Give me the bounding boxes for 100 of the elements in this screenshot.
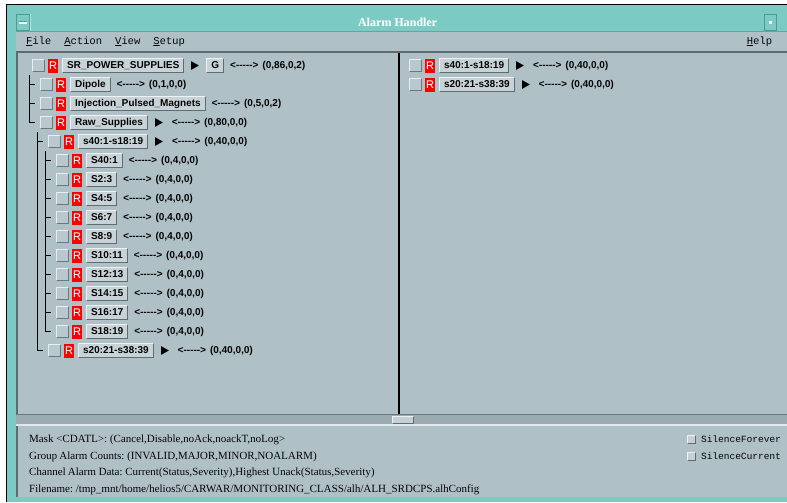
menu-item[interactable]: File [22,36,56,48]
group-name-button[interactable]: S2:3 [86,172,118,187]
acknowledge-button[interactable] [48,135,61,148]
window-title: Alarm Handler [30,14,764,31]
acknowledge-button[interactable] [409,78,422,91]
acknowledge-button[interactable] [56,230,69,243]
acknowledge-button[interactable] [48,344,61,357]
link-text: <-----> [230,60,258,71]
acknowledge-button[interactable] [409,59,422,72]
link-text: <-----> [123,193,152,204]
severity-indicator: R [425,78,435,92]
alarm-counts: (0,4,0,0) [166,326,204,337]
acknowledge-button[interactable] [56,154,69,167]
alarm-counts: (0,4,0,0) [161,155,198,166]
alarm-counts: (0,4,0,0) [166,288,204,299]
triangle-icon[interactable] [191,61,200,70]
acknowledge-button[interactable] [56,173,69,186]
link-text: <-----> [172,117,200,128]
severity-indicator: R [72,286,82,300]
acknowledge-button[interactable] [56,306,69,319]
link-text: <-----> [212,98,240,109]
group-name-button[interactable]: s40:1-s18:19 [439,58,510,73]
group-name-button[interactable]: S40:1 [86,153,123,168]
link-text: <-----> [172,136,200,147]
alarm-counts: (0,4,0,0) [155,174,193,185]
severity-indicator: R [48,58,58,72]
alarm-counts: (0,86,0,2) [262,60,306,71]
group-name-button[interactable]: Injection_Pulsed_Magnets [70,96,206,111]
group-name-button[interactable]: Dipole [70,77,111,92]
severity-indicator: R [72,268,82,282]
help-menu[interactable]: Help [742,36,776,48]
link-text: <-----> [134,288,163,299]
link-text: <-----> [178,345,206,356]
acknowledge-button[interactable] [56,325,69,338]
alarm-counts: (0,40,0,0) [570,79,614,90]
group-name-button[interactable]: S8:9 [86,229,118,244]
link-text: <-----> [134,307,163,318]
alarm-counts: (0,4,0,0) [166,307,204,318]
guidance-button[interactable]: G [206,58,224,73]
triangle-icon[interactable] [154,118,163,127]
acknowledge-button[interactable] [32,59,45,72]
group-name-button[interactable]: S10:11 [86,248,128,263]
alarm-counts: (0,40,0,0) [204,136,248,147]
menu-item[interactable]: Setup [149,36,189,48]
status-line: Group Alarm Counts: (INVALID,MAJOR,MINOR,NOALARM) [29,448,318,464]
severity-indicator: R [72,324,82,338]
alarm-counts: (0,5,0,2) [244,98,282,109]
link-text: <-----> [123,231,152,242]
group-name-button[interactable]: S18:19 [86,324,128,339]
menu-item[interactable]: Action [60,36,106,48]
link-text: <-----> [134,326,163,337]
link-text: <-----> [116,79,145,90]
severity-indicator: R [72,192,82,206]
acknowledge-button[interactable] [40,78,53,91]
menu-item[interactable]: View [111,36,144,48]
link-text: <-----> [123,174,152,185]
acknowledge-button[interactable] [56,211,69,224]
group-name-button[interactable]: s20:21-s38:39 [439,77,515,92]
group-name-button[interactable]: S16:17 [86,305,128,320]
severity-indicator: R [72,230,82,244]
severity-indicator: R [72,248,82,262]
alarm-counts: (0,1,0,0) [148,79,186,90]
group-name-button[interactable]: s40:1-s18:19 [78,134,148,149]
severity-indicator: R [64,344,74,358]
group-name-button[interactable]: s20:21-s38:39 [78,343,154,358]
severity-indicator: R [72,154,82,168]
triangle-icon[interactable] [516,61,524,70]
alarm-counts: (0,40,0,0) [210,345,253,356]
alarm-counts: (0,4,0,0) [155,231,193,242]
severity-indicator: R [56,96,66,110]
checkbox[interactable] [687,452,696,461]
group-name-button[interactable]: S4:5 [86,191,118,206]
acknowledge-button[interactable] [56,249,69,262]
group-name-button[interactable]: Raw_Supplies [70,115,148,130]
link-text: <-----> [134,269,163,280]
alarm-counts: (0,4,0,0) [155,193,193,204]
acknowledge-button[interactable] [56,287,69,300]
acknowledge-button[interactable] [56,268,69,281]
status-line: Filename: /tmp_mnt/home/helios5/CARWAR/MONITORING_CLASS/alh/ALH_SRDCPS.alhConfig [29,482,480,496]
severity-indicator: R [64,134,74,148]
group-name-button[interactable]: SR_POWER_SUPPLIES [62,58,184,73]
triangle-icon[interactable] [160,346,169,355]
severity-indicator: R [56,116,66,130]
minimize-button[interactable] [764,14,777,31]
severity-indicator: R [72,306,82,320]
group-name-button[interactable]: S12:13 [86,267,128,282]
triangle-icon[interactable] [522,80,530,89]
pane-sash-handle[interactable] [392,416,414,424]
acknowledge-button[interactable] [40,97,53,110]
checkbox-label: SilenceCurrent [701,451,781,462]
acknowledge-button[interactable] [40,116,53,129]
severity-indicator: R [425,58,435,72]
checkbox[interactable] [687,435,696,444]
triangle-icon[interactable] [155,137,164,146]
alarm-counts: (0,80,0,0) [204,117,247,128]
group-name-button[interactable]: S6:7 [86,210,118,225]
group-name-button[interactable]: S14:15 [86,286,128,301]
alarm-counts: (0,4,0,0) [166,269,204,280]
acknowledge-button[interactable] [56,192,69,205]
window-menu-button[interactable] [16,14,30,31]
